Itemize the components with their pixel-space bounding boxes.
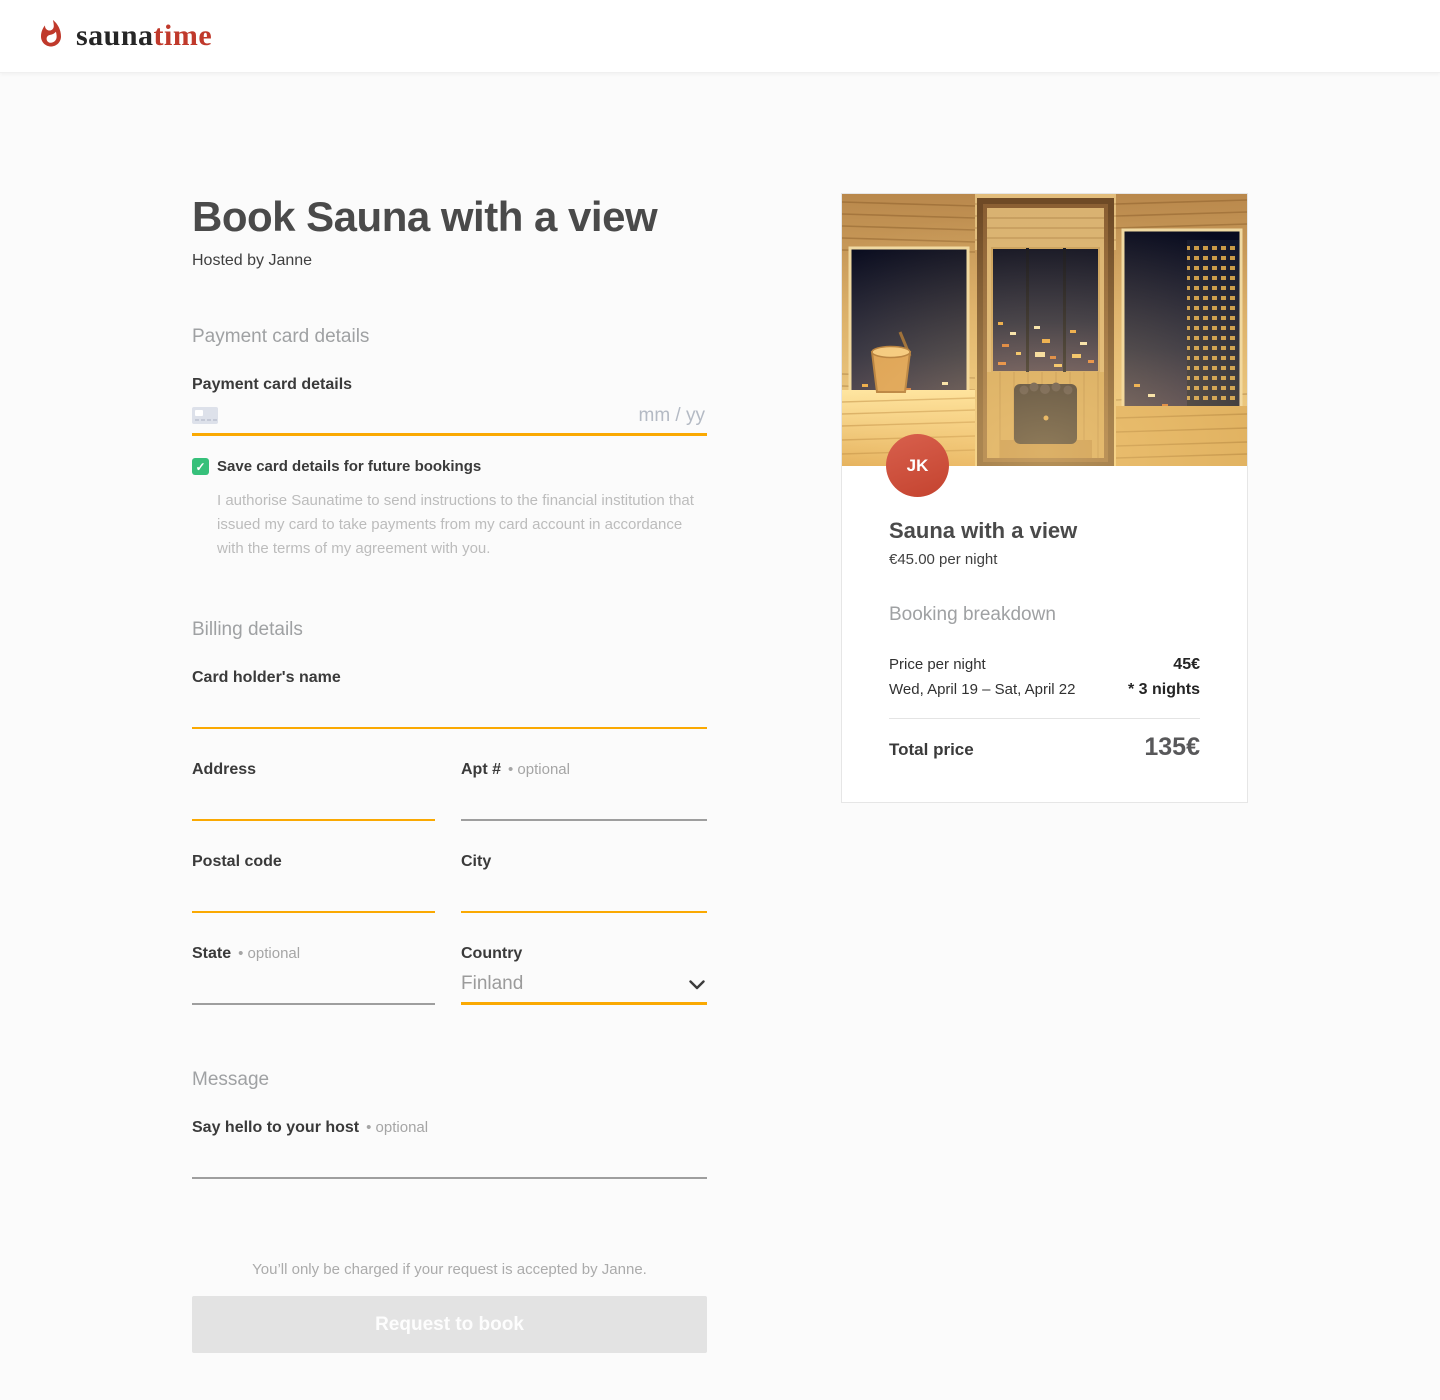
host-avatar: JK — [886, 434, 949, 497]
breakdown-row: Price per night 45€ — [889, 652, 1200, 677]
message-input[interactable] — [192, 1139, 707, 1179]
brand-logo[interactable]: saunatime — [36, 19, 212, 54]
apt-field: Apt # • optional — [461, 761, 707, 821]
breakdown-row-value: * 3 nights — [1127, 681, 1200, 698]
state-optional-tag: • optional — [238, 945, 301, 962]
card-details-label: Payment card details — [192, 376, 353, 393]
card-holder-input[interactable] — [192, 689, 707, 729]
listing-card-body: Sauna with a view €45.00 per night Booki… — [842, 466, 1247, 802]
message-section-heading: Message — [192, 1069, 270, 1090]
address-label: Address — [192, 761, 257, 778]
hosted-by: Hosted by Janne — [192, 252, 313, 269]
card-holder-label: Card holder's name — [192, 669, 341, 686]
country-select[interactable]: Finland — [461, 965, 707, 1005]
message-label: Say hello to your host • optional — [192, 1119, 429, 1136]
listing-card: JK Sauna with a view €45.00 per night Bo… — [841, 193, 1248, 803]
state-field: State • optional — [192, 945, 435, 1005]
card-input-row[interactable]: mm / yy — [192, 398, 707, 436]
page-title: Book Sauna with a view — [192, 193, 658, 240]
postal-code-label: Postal code — [192, 853, 282, 870]
credit-card-icon — [192, 407, 218, 424]
postal-code-field: Postal code — [192, 853, 435, 913]
brand-name: saunatime — [76, 19, 213, 52]
country-field: Country Finland — [461, 945, 707, 1005]
listing-title: Sauna with a view — [889, 518, 1078, 543]
card-authorisation-text: I authorise Saunatime to send instructio… — [217, 492, 694, 557]
state-label: State • optional — [192, 945, 301, 962]
listing-summary: JK Sauna with a view €45.00 per night Bo… — [841, 193, 1248, 803]
message-optional-tag: • optional — [366, 1119, 429, 1136]
payment-section-heading: Payment card details — [192, 326, 370, 347]
charge-note: You’ll only be charged if your request i… — [252, 1261, 647, 1278]
breakdown-row-label: Wed, April 19 – Sat, April 22 — [889, 681, 1076, 698]
country-label: Country — [461, 945, 523, 962]
flame-icon — [36, 19, 66, 54]
total-price-value: 135€ — [1144, 733, 1200, 761]
chevron-down-icon — [689, 977, 705, 995]
save-card-label: Save card details for future bookings — [217, 458, 482, 475]
city-field: City — [461, 853, 707, 913]
breakdown-row: Wed, April 19 – Sat, April 22 * 3 nights — [889, 677, 1200, 702]
card-holder-field: Card holder's name — [192, 669, 707, 729]
billing-section-heading: Billing details — [192, 619, 303, 640]
sauna-photo — [842, 194, 1247, 466]
city-label: City — [461, 853, 492, 870]
message-field: Say hello to your host • optional — [192, 1119, 707, 1179]
breakdown-divider — [889, 718, 1200, 719]
total-price-label: Total price — [889, 740, 974, 759]
card-expiry-placeholder[interactable]: mm / yy — [639, 405, 708, 427]
state-input[interactable] — [192, 965, 435, 1005]
apt-label: Apt # • optional — [461, 761, 570, 778]
address-field: Address — [192, 761, 435, 821]
postal-code-input[interactable] — [192, 873, 435, 913]
city-input[interactable] — [461, 873, 707, 913]
app-header: saunatime — [0, 0, 1440, 73]
request-to-book-button[interactable]: Request to book — [192, 1296, 707, 1353]
breakdown-heading: Booking breakdown — [889, 604, 1056, 625]
card-number-input[interactable] — [218, 398, 639, 433]
breakdown-rows: Price per night 45€ Wed, April 19 – Sat,… — [889, 652, 1200, 702]
apt-input[interactable] — [461, 781, 707, 821]
address-input[interactable] — [192, 781, 435, 821]
listing-price: €45.00 per night — [889, 551, 998, 568]
total-row: Total price 135€ — [889, 733, 1200, 762]
save-card-row: ✓ Save card details for future bookings — [192, 458, 707, 475]
apt-optional-tag: • optional — [508, 761, 570, 778]
save-card-checkbox[interactable]: ✓ — [192, 458, 209, 475]
booking-form: Book Sauna with a view Hosted by Janne P… — [192, 193, 707, 1353]
breakdown-row-value: 45€ — [1173, 656, 1200, 673]
breakdown-row-label: Price per night — [889, 656, 986, 673]
country-selected-value: Finland — [461, 972, 524, 994]
